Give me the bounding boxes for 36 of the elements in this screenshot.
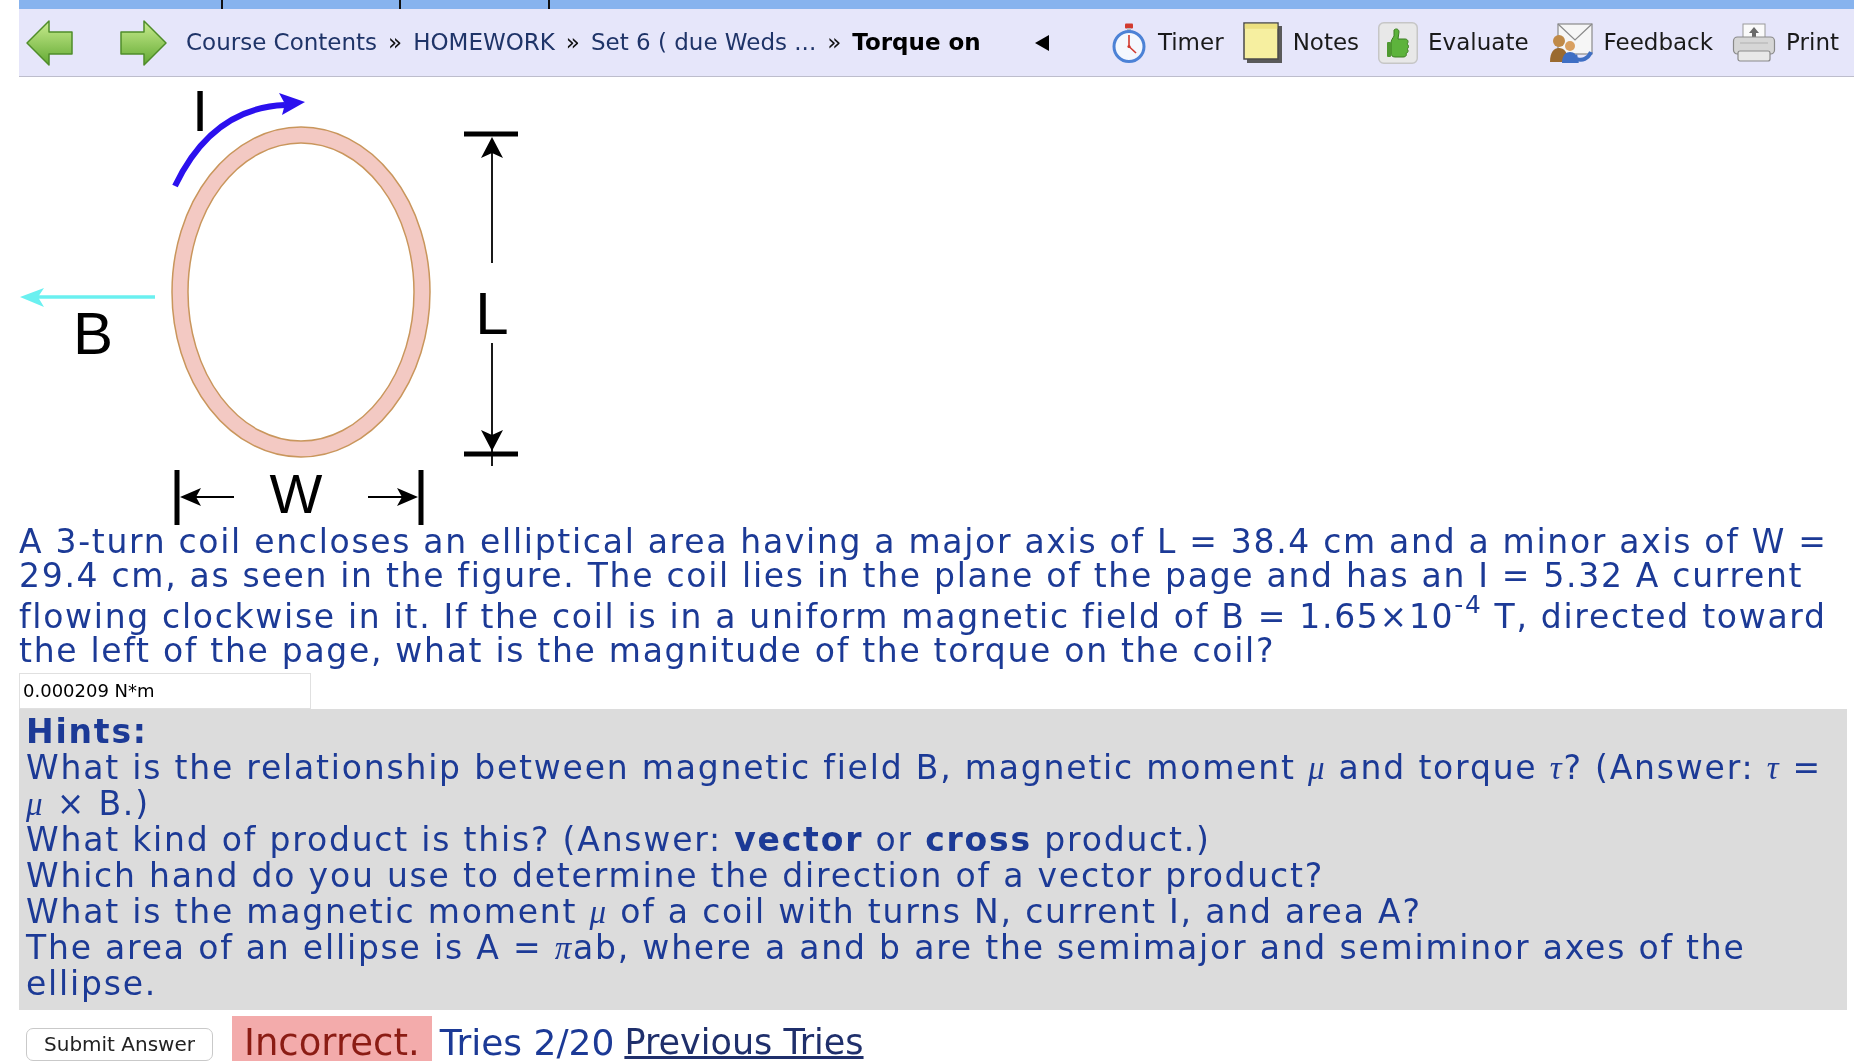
timer-button[interactable]: Timer (1109, 22, 1224, 63)
hint-text: The area of an ellipse is A = πab, where a and b are the semimajor and semiminor axes of the ellipse. (26, 929, 1747, 1002)
envelope-icon (1547, 21, 1594, 64)
stopwatch-icon (1109, 22, 1148, 63)
thumbs-up-icon (1378, 21, 1419, 64)
diagram-label: W (269, 462, 323, 525)
printer-icon (1732, 22, 1777, 63)
hint-text: What is the magnetic moment μ of a coil with turns N, current I, and area A? (26, 893, 1423, 930)
back-arrow-icon[interactable] (25, 18, 75, 67)
diagram-label: B (73, 300, 113, 367)
answer-field[interactable]: 0.000209 N*m (19, 672, 311, 709)
sticky-note-icon (1242, 21, 1283, 64)
question-text: A 3-turn coil encloses an elliptical area having a major axis of L = 38.4 cm and a minor axis of W = 29.4 cm, as seen in the figure. The coil lies in the plane of the page and has an I = 5.32 A current flowing clockwise in it. If the coil is in a uniform magnetic field of B = 1.65×10$^{-4}$ T, directed toward the left of the page, what is the magnitude of the torque on the coil? (19, 525, 1829, 668)
breadcrumb-link[interactable]: Course Contents (186, 25, 378, 60)
print-button[interactable]: Print (1732, 22, 1839, 63)
breadcrumb-separator: » (565, 28, 580, 58)
diagram-label: L (475, 280, 509, 347)
breadcrumb-separator: » (388, 28, 403, 58)
breadcrumb-separator: » (827, 28, 842, 58)
hint-text: What kind of product is this? (Answer: vector or cross product.) (26, 821, 1212, 858)
breadcrumb-link[interactable]: Set 6 ( due Weds ... (590, 25, 817, 60)
previous-tries-link[interactable]: Previous Tries (624, 1023, 864, 1061)
breadcrumb-link[interactable]: HOMEWORK (413, 25, 555, 60)
result-status: Incorrect. (232, 1015, 432, 1061)
hint-text: What is the relationship between magnetic field B, magnetic moment μ and torque τ? (Answer: τ = μ × B.) (26, 749, 1823, 822)
tries-text: Tries 2/20 (439, 1023, 615, 1061)
left-triangle-icon[interactable] (1034, 34, 1049, 51)
evaluate-button[interactable]: Evaluate (1378, 21, 1529, 64)
hints-title: Hints: (26, 713, 149, 750)
breadcrumb-current: Torque on (852, 28, 981, 58)
feedback-button[interactable]: Feedback (1547, 21, 1714, 64)
hint-text: Which hand do you use to determine the direction of a vector product? (26, 857, 1326, 894)
submit-button[interactable]: Submit Answer (26, 1027, 213, 1061)
diagram-label: I (191, 78, 209, 143)
forward-arrow-icon[interactable] (118, 18, 168, 67)
notes-button[interactable]: Notes (1242, 21, 1360, 64)
